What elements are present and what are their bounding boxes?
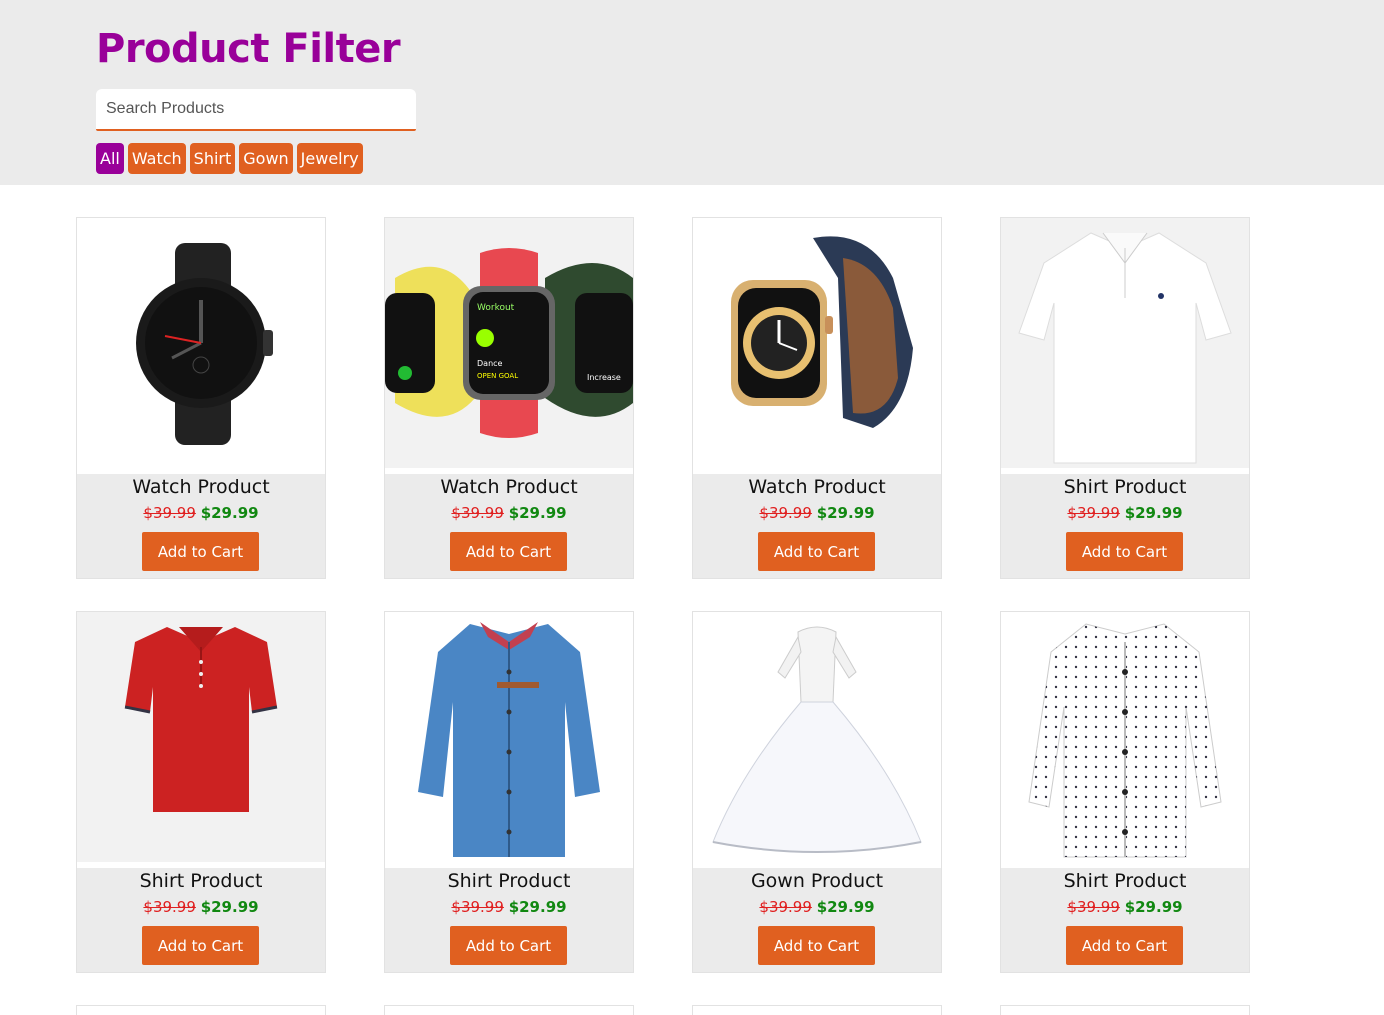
product-card-partial bbox=[76, 1005, 326, 1015]
product-card: Shirt Product $39.99 $29.99 Add to Cart bbox=[76, 611, 326, 973]
add-to-cart-button[interactable]: Add to Cart bbox=[450, 532, 567, 571]
product-card-partial bbox=[1000, 1005, 1250, 1015]
old-price: $39.99 bbox=[451, 898, 504, 916]
product-card: Watch Product $39.99 $29.99 Add to Cart bbox=[692, 217, 942, 579]
product-card-partial bbox=[692, 1005, 942, 1015]
product-prices: $39.99 $29.99 bbox=[1001, 504, 1249, 522]
product-info: Watch Product $39.99 $29.99 Add to Cart bbox=[77, 474, 325, 578]
sale-price: $29.99 bbox=[200, 504, 259, 522]
filter-jewelry-button[interactable]: Jewelry bbox=[296, 143, 363, 174]
product-info: Gown Product $39.99 $29.99 Add to Cart bbox=[693, 868, 941, 972]
add-to-cart-button[interactable]: Add to Cart bbox=[758, 532, 875, 571]
search-input[interactable] bbox=[96, 89, 416, 131]
product-name: Shirt Product bbox=[1063, 476, 1187, 498]
product-info: Watch Product $39.99 $29.99 Add to Cart bbox=[693, 474, 941, 578]
sale-price: $29.99 bbox=[508, 504, 567, 522]
add-to-cart-button[interactable]: Add to Cart bbox=[142, 926, 259, 965]
product-image-smartwatch-trio: Workout Dance OPEN GOAL Increase bbox=[385, 218, 633, 468]
svg-text:Increase: Increase bbox=[587, 373, 621, 382]
old-price: $39.99 bbox=[759, 504, 812, 522]
product-card: Watch Product $39.99 $29.99 Add to Cart bbox=[76, 217, 326, 579]
product-image-gold-smartwatch bbox=[693, 218, 941, 468]
product-prices: $39.99 $29.99 bbox=[693, 504, 941, 522]
add-to-cart-button[interactable]: Add to Cart bbox=[1066, 926, 1183, 965]
sale-price: $29.99 bbox=[816, 504, 875, 522]
product-info: Shirt Product $39.99 $29.99 Add to Cart bbox=[77, 868, 325, 972]
product-card: Workout Dance OPEN GOAL Increase Watch P… bbox=[384, 217, 634, 579]
filter-gown-button[interactable]: Gown bbox=[239, 143, 293, 174]
product-name: Shirt Product bbox=[139, 870, 263, 892]
add-to-cart-button[interactable]: Add to Cart bbox=[450, 926, 567, 965]
product-image-red-polo bbox=[77, 612, 325, 862]
sale-price: $29.99 bbox=[200, 898, 259, 916]
filter-shirt-button[interactable]: Shirt bbox=[189, 143, 236, 174]
product-image-white-polo bbox=[1001, 218, 1249, 468]
product-image-black-watch bbox=[77, 218, 325, 468]
product-card-partial bbox=[384, 1005, 634, 1015]
sale-price: $29.99 bbox=[1124, 898, 1183, 916]
svg-text:OPEN GOAL: OPEN GOAL bbox=[477, 372, 518, 380]
product-image-white-gown bbox=[693, 612, 941, 862]
product-image-dotted-shirt bbox=[1001, 612, 1249, 862]
product-prices: $39.99 $29.99 bbox=[77, 898, 325, 916]
sale-price: $29.99 bbox=[816, 898, 875, 916]
old-price: $39.99 bbox=[1067, 898, 1120, 916]
svg-text:Workout: Workout bbox=[477, 303, 515, 313]
product-info: Shirt Product $39.99 $29.99 Add to Cart bbox=[1001, 868, 1249, 972]
product-prices: $39.99 $29.99 bbox=[385, 504, 633, 522]
product-name: Shirt Product bbox=[447, 870, 571, 892]
category-filters: All Watch Shirt Gown Jewelry bbox=[96, 143, 363, 174]
old-price: $39.99 bbox=[143, 504, 196, 522]
product-card: Shirt Product $39.99 $29.99 Add to Cart bbox=[1000, 611, 1250, 973]
svg-text:Dance: Dance bbox=[477, 359, 503, 368]
product-prices: $39.99 $29.99 bbox=[1001, 898, 1249, 916]
add-to-cart-button[interactable]: Add to Cart bbox=[142, 532, 259, 571]
product-info: Shirt Product $39.99 $29.99 Add to Cart bbox=[1001, 474, 1249, 578]
product-info: Shirt Product $39.99 $29.99 Add to Cart bbox=[385, 868, 633, 972]
old-price: $39.99 bbox=[759, 898, 812, 916]
product-image-denim-shirt bbox=[385, 612, 633, 862]
product-card: Shirt Product $39.99 $29.99 Add to Cart bbox=[1000, 217, 1250, 579]
old-price: $39.99 bbox=[143, 898, 196, 916]
product-info: Watch Product $39.99 $29.99 Add to Cart bbox=[385, 474, 633, 578]
product-name: Watch Product bbox=[132, 476, 270, 498]
header: Product Filter All Watch Shirt Gown Jewe… bbox=[0, 0, 1384, 185]
product-prices: $39.99 $29.99 bbox=[77, 504, 325, 522]
filter-all-button[interactable]: All bbox=[96, 143, 124, 174]
sale-price: $29.99 bbox=[508, 898, 567, 916]
product-prices: $39.99 $29.99 bbox=[693, 898, 941, 916]
page-title: Product Filter bbox=[96, 26, 401, 72]
old-price: $39.99 bbox=[1067, 504, 1120, 522]
filter-watch-button[interactable]: Watch bbox=[127, 143, 186, 174]
add-to-cart-button[interactable]: Add to Cart bbox=[758, 926, 875, 965]
product-name: Gown Product bbox=[750, 870, 884, 892]
product-name: Watch Product bbox=[748, 476, 886, 498]
product-prices: $39.99 $29.99 bbox=[385, 898, 633, 916]
product-name: Shirt Product bbox=[1063, 870, 1187, 892]
sale-price: $29.99 bbox=[1124, 504, 1183, 522]
product-card: Shirt Product $39.99 $29.99 Add to Cart bbox=[384, 611, 634, 973]
old-price: $39.99 bbox=[451, 504, 504, 522]
product-card: Gown Product $39.99 $29.99 Add to Cart bbox=[692, 611, 942, 973]
add-to-cart-button[interactable]: Add to Cart bbox=[1066, 532, 1183, 571]
product-name: Watch Product bbox=[440, 476, 578, 498]
